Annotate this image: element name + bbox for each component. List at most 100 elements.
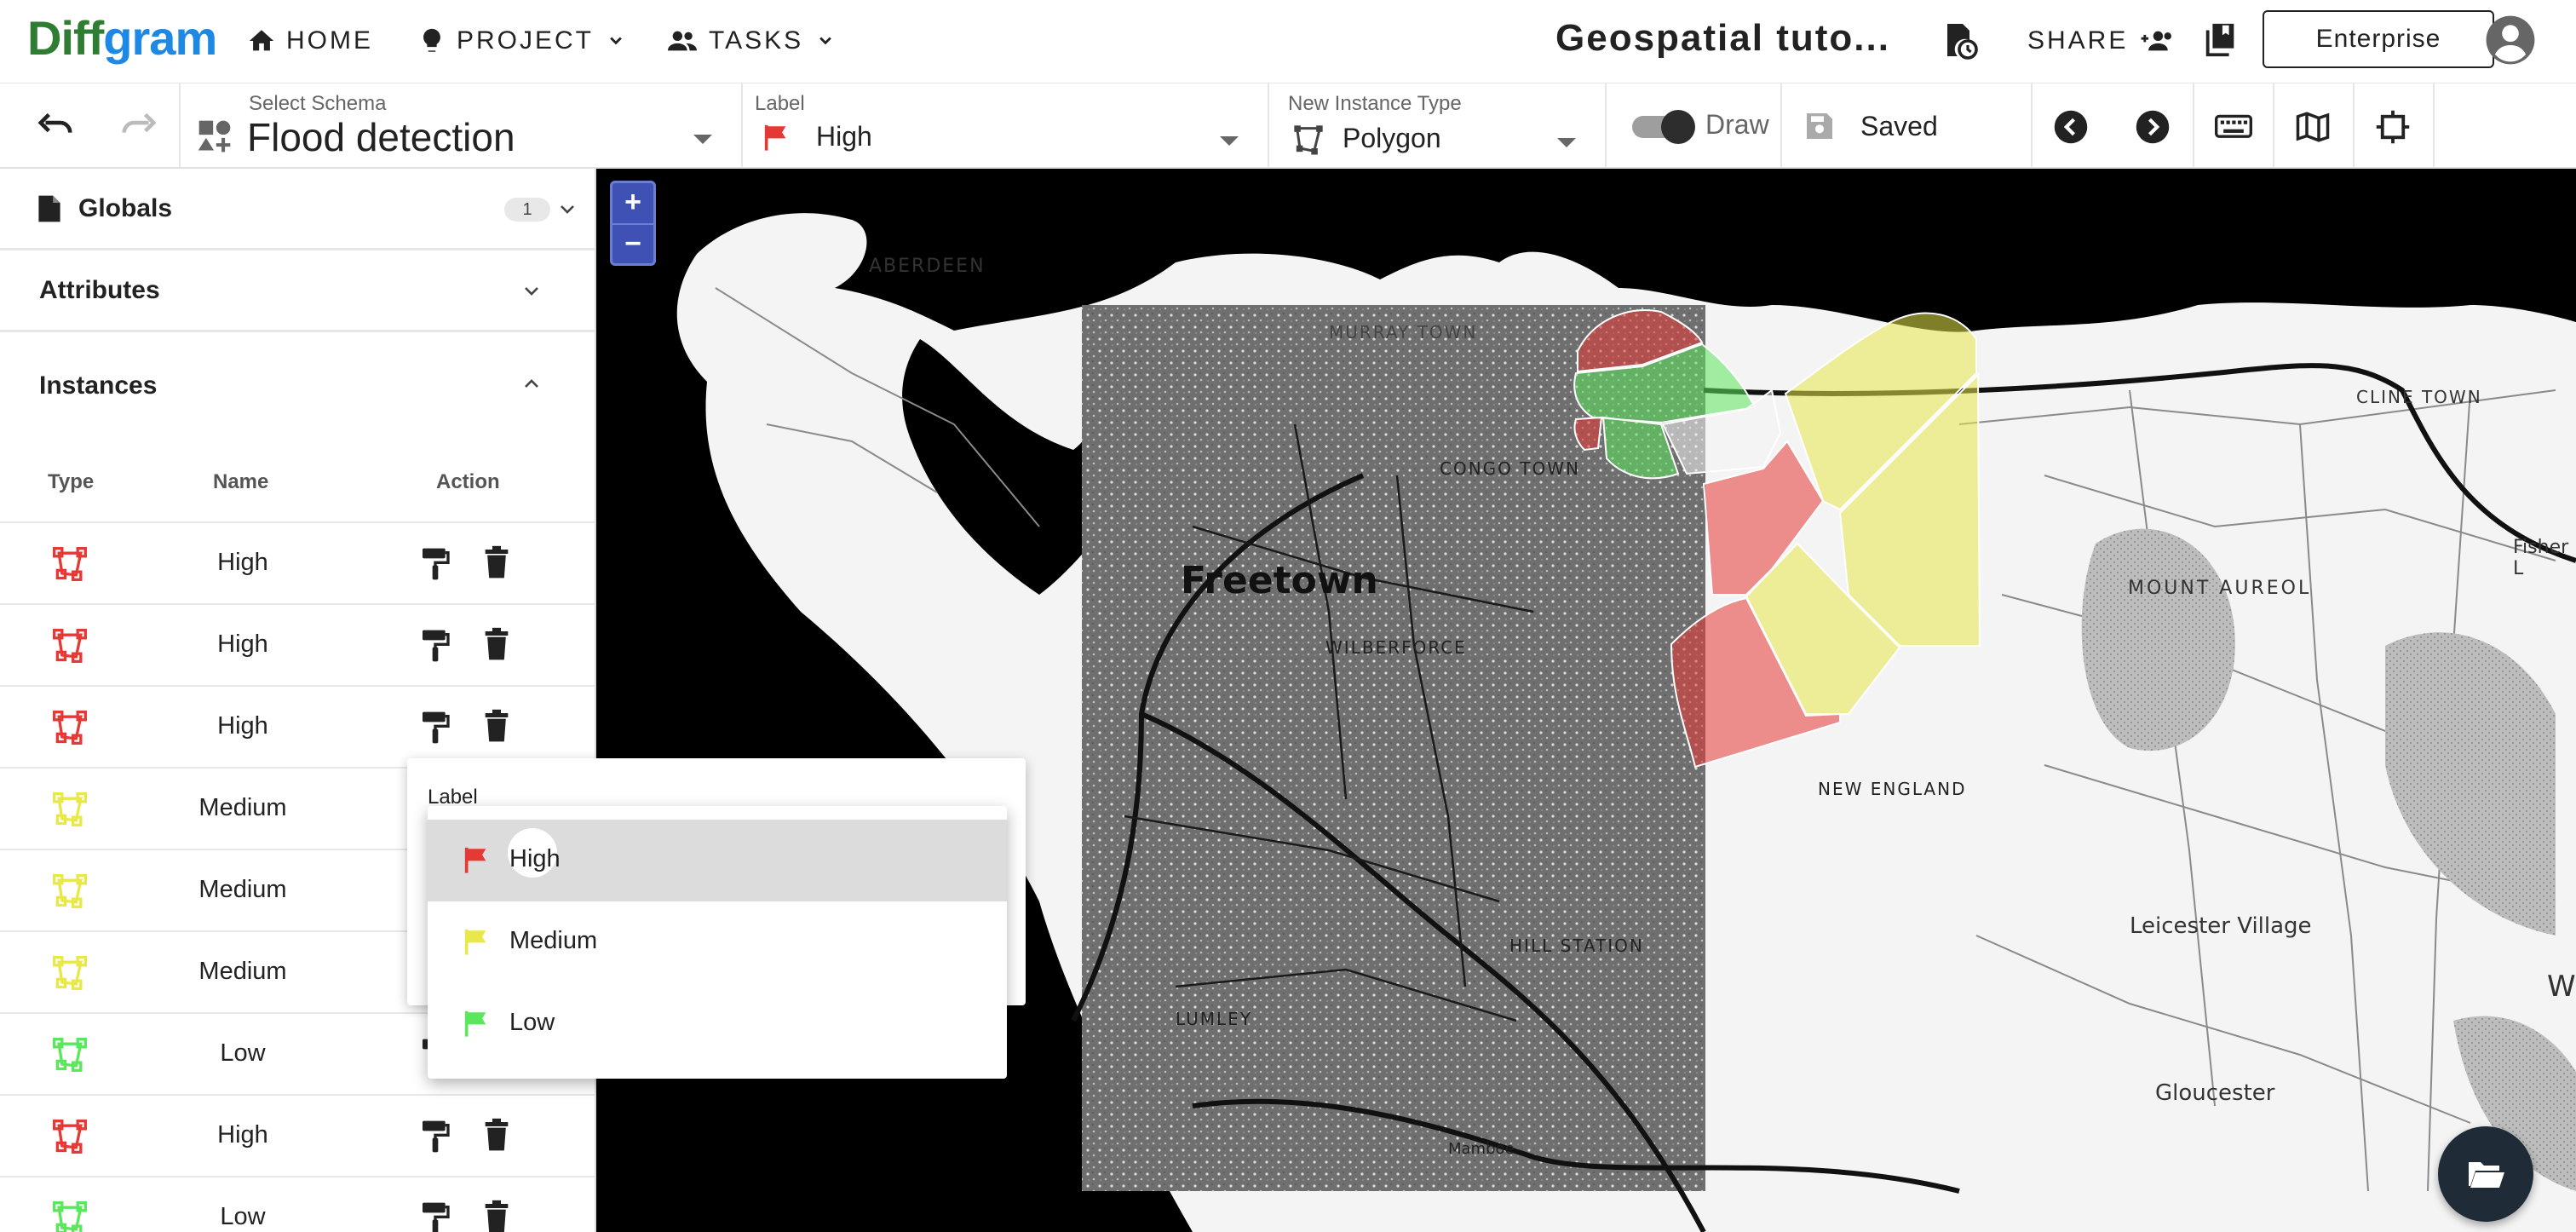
table-row[interactable]: Low bbox=[0, 1177, 595, 1232]
table-row[interactable]: High bbox=[0, 687, 595, 769]
keyboard-icon[interactable] bbox=[2215, 111, 2252, 145]
next-file-icon[interactable] bbox=[2135, 109, 2171, 145]
chevron-down-icon[interactable] bbox=[1220, 136, 1239, 146]
chevron-down-icon[interactable] bbox=[1557, 138, 1576, 147]
attributes-section-header[interactable]: Attributes bbox=[0, 250, 595, 332]
toolbar-divider bbox=[1780, 83, 1782, 167]
top-navbar: Diffgram HOME PROJECT TASKS Geospatial t… bbox=[0, 0, 2576, 84]
library-books-icon[interactable] bbox=[2201, 20, 2240, 60]
toolbar-divider bbox=[1605, 83, 1607, 167]
column-header-type: Type bbox=[48, 470, 95, 493]
table-row[interactable]: High bbox=[0, 1096, 595, 1177]
map-label-fisher-lane: Fisher L bbox=[2513, 537, 2569, 579]
map-zoom-control: + − bbox=[610, 181, 656, 266]
zoom-in-button[interactable]: + bbox=[612, 183, 653, 225]
map-label-aberdeen: ABERDEEN bbox=[869, 256, 986, 277]
polygon-icon bbox=[51, 791, 89, 828]
map-label-leicester-village: Leicester Village bbox=[2130, 913, 2312, 939]
zoom-out-button[interactable]: − bbox=[612, 225, 653, 265]
toolbar-divider bbox=[1268, 83, 1269, 167]
schema-select-value[interactable]: Flood detection bbox=[247, 114, 515, 160]
label-option-medium[interactable]: Medium bbox=[428, 901, 1007, 983]
chevron-down-icon[interactable] bbox=[555, 199, 579, 220]
enterprise-button[interactable]: Enterprise bbox=[2263, 10, 2494, 68]
instances-title: Instances bbox=[39, 371, 158, 400]
polygon-icon bbox=[51, 954, 89, 992]
label-option-high[interactable]: High bbox=[428, 820, 1007, 901]
map-label-murray-town: MURRAY TOWN bbox=[1329, 322, 1478, 343]
history-file-icon[interactable] bbox=[1939, 20, 1980, 61]
annotation-toolbar: Select Schema Flood detection Label High… bbox=[0, 83, 2576, 169]
flag-icon bbox=[462, 927, 491, 956]
nav-home-button[interactable]: HOME bbox=[247, 19, 373, 63]
polygon-icon bbox=[51, 1118, 89, 1155]
flag-icon bbox=[462, 845, 491, 874]
chevron-down-icon bbox=[814, 29, 837, 53]
table-row[interactable]: High bbox=[0, 523, 595, 605]
label-select-label: Label bbox=[755, 92, 805, 115]
home-icon bbox=[247, 26, 276, 55]
task-title: Geospatial tuto... bbox=[1555, 17, 1890, 59]
chevron-up-icon[interactable] bbox=[520, 373, 543, 394]
instance-name: Medium bbox=[198, 794, 287, 821]
undo-icon[interactable] bbox=[36, 109, 75, 140]
previous-file-icon[interactable] bbox=[2053, 109, 2089, 145]
instance-name: Medium bbox=[198, 958, 287, 985]
flag-icon bbox=[462, 1009, 491, 1038]
map-label-new-england: NEW ENGLAND bbox=[1818, 779, 1967, 799]
instances-section-header[interactable]: Instances bbox=[0, 332, 595, 436]
share-button[interactable]: SHARE bbox=[2027, 19, 2174, 63]
document-icon bbox=[37, 194, 61, 223]
nav-tasks-button[interactable]: TASKS bbox=[666, 19, 837, 63]
toolbar-divider bbox=[2031, 83, 2033, 167]
saved-status: Saved bbox=[1860, 111, 1938, 141]
instance-name: Low bbox=[220, 1203, 266, 1230]
redo-icon[interactable] bbox=[119, 109, 158, 140]
save-icon[interactable] bbox=[1803, 109, 1837, 143]
delete-icon[interactable] bbox=[484, 709, 509, 743]
globals-title: Globals bbox=[78, 194, 173, 222]
label-option-name: Low bbox=[509, 1009, 555, 1036]
label-select-value[interactable]: High bbox=[816, 121, 872, 153]
flag-icon bbox=[762, 123, 791, 152]
map-icon[interactable] bbox=[2295, 109, 2331, 145]
diffgram-logo[interactable]: Diffgram bbox=[27, 10, 217, 66]
chevron-down-icon[interactable] bbox=[520, 281, 543, 302]
delete-icon[interactable] bbox=[484, 1200, 509, 1232]
delete-icon[interactable] bbox=[484, 627, 509, 661]
map-label-mamboe: Mamboe bbox=[1448, 1140, 1515, 1158]
polygon-icon bbox=[51, 872, 89, 910]
label-option-low[interactable]: Low bbox=[428, 983, 1007, 1065]
paint-brush-icon[interactable] bbox=[421, 1120, 450, 1154]
logo-part-2: gram bbox=[103, 11, 217, 65]
account-avatar-icon[interactable] bbox=[2484, 14, 2537, 66]
delete-icon[interactable] bbox=[484, 1118, 509, 1152]
instance-type-value[interactable]: Polygon bbox=[1343, 123, 1441, 154]
chevron-down-icon[interactable] bbox=[693, 135, 712, 144]
map-label-lumley: LUMLEY bbox=[1176, 1009, 1253, 1029]
paint-brush-icon[interactable] bbox=[421, 547, 450, 581]
toolbar-divider bbox=[741, 83, 743, 167]
people-icon bbox=[666, 26, 699, 55]
crop-frame-icon[interactable] bbox=[2375, 109, 2411, 145]
map-label-hill-station: HILL STATION bbox=[1509, 936, 1644, 956]
polygon-icon bbox=[51, 709, 89, 746]
paint-brush-icon[interactable] bbox=[421, 711, 450, 745]
open-files-button[interactable] bbox=[2438, 1126, 2533, 1222]
map-label-w: W bbox=[2547, 970, 2576, 1004]
polygon-icon bbox=[51, 627, 89, 665]
toolbar-divider bbox=[2353, 83, 2355, 167]
nav-project-button[interactable]: PROJECT bbox=[417, 19, 628, 63]
polygon-icon bbox=[51, 545, 89, 583]
paint-brush-icon[interactable] bbox=[421, 1201, 450, 1232]
label-option-name: High bbox=[509, 845, 561, 872]
table-row[interactable]: High bbox=[0, 605, 595, 687]
instance-name: High bbox=[217, 1121, 268, 1149]
draw-toggle[interactable] bbox=[1629, 109, 1697, 144]
schema-select-label: Select Schema bbox=[249, 92, 387, 115]
map-label-congo-town: CONGO TOWN bbox=[1440, 458, 1580, 479]
paint-brush-icon[interactable] bbox=[421, 629, 450, 663]
delete-icon[interactable] bbox=[484, 545, 509, 579]
label-dropdown-menu: High Medium Low bbox=[428, 806, 1007, 1079]
toolbar-divider bbox=[2433, 83, 2435, 167]
